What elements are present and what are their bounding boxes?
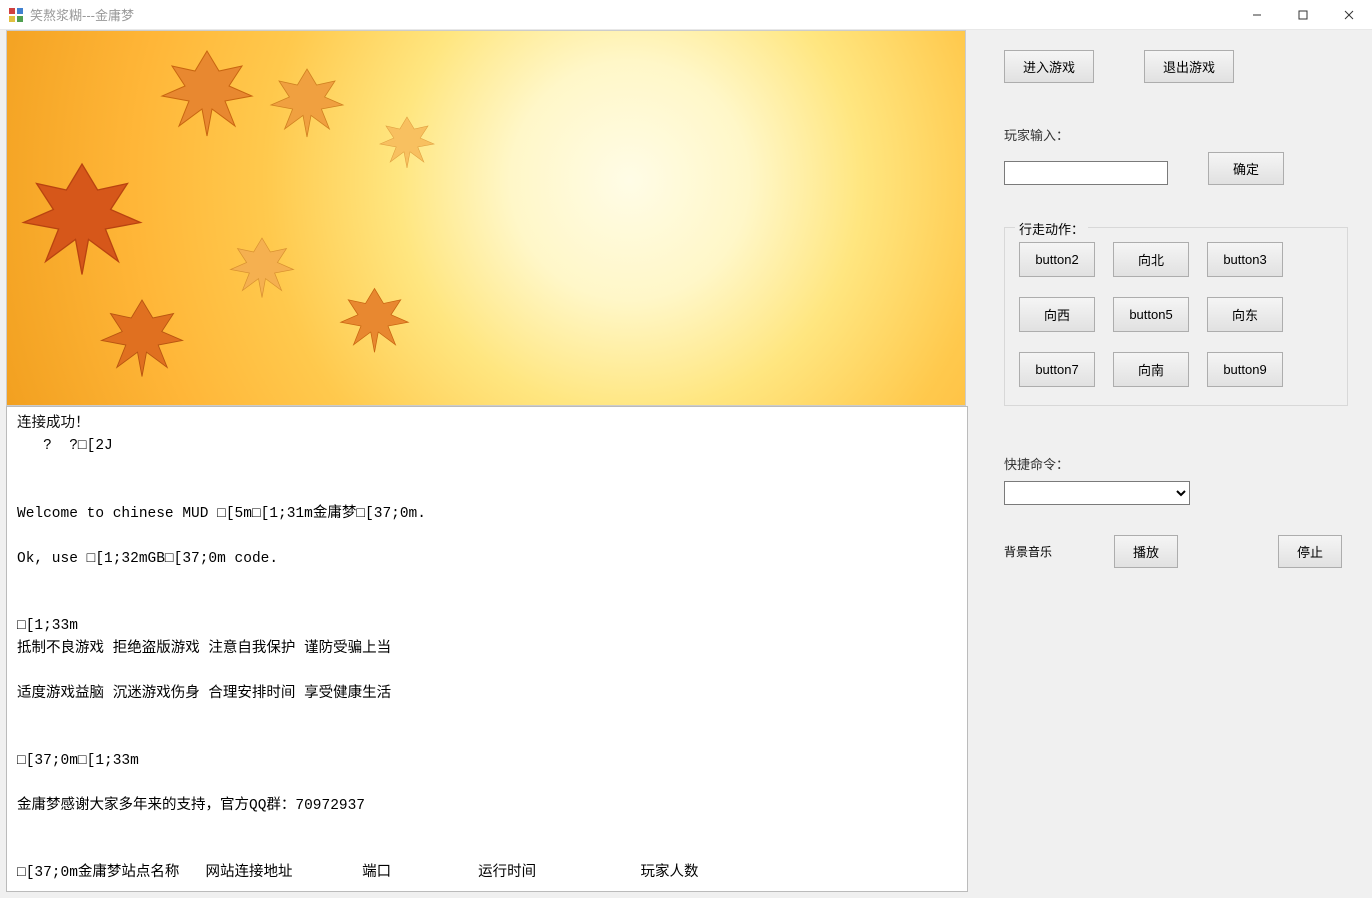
console-line: 适度游戏益脑 沉迷游戏伤身 合理安排时间 享受健康生活 [17,686,391,702]
music-section: 背景音乐 播放 停止 [1004,535,1348,568]
minimize-button[interactable] [1234,0,1280,30]
direction-south[interactable]: 向南 [1113,352,1189,387]
window-controls [1234,0,1372,30]
app-window: 笑熬浆糊---金庸梦 连接成功！ ? ?□[2J Welcome to chin… [0,0,1372,837]
content-area: 连接成功！ ? ?□[2J Welcome to chinese MUD □[5… [0,30,1372,898]
console-line: □[37;0m金庸梦站点名称 网站连接地址 端口 运行时间 玩家人数 [17,865,699,881]
quick-command-label: 快捷命令： [1004,454,1348,473]
enter-game-button[interactable]: 进入游戏 [1004,50,1094,83]
direction-west[interactable]: 向西 [1019,297,1095,332]
console-line: 金庸梦感谢大家多年来的支持，官方QQ群：70972937 [17,798,365,814]
direction-button2[interactable]: button2 [1019,242,1095,277]
left-column: 连接成功！ ? ?□[2J Welcome to chinese MUD □[5… [6,30,968,892]
exit-game-button[interactable]: 退出游戏 [1144,50,1234,83]
console-line: 连接成功！ [17,416,90,432]
direction-east[interactable]: 向东 [1207,297,1283,332]
play-button[interactable]: 播放 [1114,535,1178,568]
movement-title: 行走动作： [1015,219,1088,238]
movement-group: 行走动作： button2 向北 button3 向西 button5 向东 b… [1004,227,1348,406]
console-line: ? ?□[2J [17,438,113,454]
console-output[interactable]: 连接成功！ ? ?□[2J Welcome to chinese MUD □[5… [6,406,968,892]
titlebar: 笑熬浆糊---金庸梦 [0,0,1372,30]
direction-button3[interactable]: button3 [1207,242,1283,277]
top-buttons: 进入游戏 退出游戏 [1004,50,1348,83]
stop-button[interactable]: 停止 [1278,535,1342,568]
console-line: □[37;0m□[1;33m [17,753,139,769]
console-line: 抵制不良游戏 拒绝盗版游戏 注意自我保护 谨防受骗上当 [17,641,391,657]
player-input-label: 玩家输入： [1004,125,1348,144]
console-line: Welcome to chinese MUD □[5m□[1;31m金庸梦□[3… [17,506,426,522]
app-icon [8,7,24,23]
direction-button5[interactable]: button5 [1113,297,1189,332]
quick-command-select[interactable] [1004,481,1190,505]
player-input-section: 玩家输入： 确定 [1004,125,1348,215]
maximize-button[interactable] [1280,0,1326,30]
window-title: 笑熬浆糊---金庸梦 [30,5,1234,24]
direction-north[interactable]: 向北 [1113,242,1189,277]
music-label: 背景音乐 [1004,543,1064,560]
direction-button9[interactable]: button9 [1207,352,1283,387]
confirm-button[interactable]: 确定 [1208,152,1284,185]
console-line: Ok, use □[1;32mGB□[37;0m code. [17,551,278,567]
direction-button7[interactable]: button7 [1019,352,1095,387]
right-panel: 进入游戏 退出游戏 玩家输入： 确定 行走动作： button2 向北 butt… [978,30,1366,892]
player-input[interactable] [1004,161,1168,185]
console-line: □[1;33m [17,618,78,634]
quick-command-section: 快捷命令： [1004,454,1348,505]
close-button[interactable] [1326,0,1372,30]
banner-image [6,30,966,406]
